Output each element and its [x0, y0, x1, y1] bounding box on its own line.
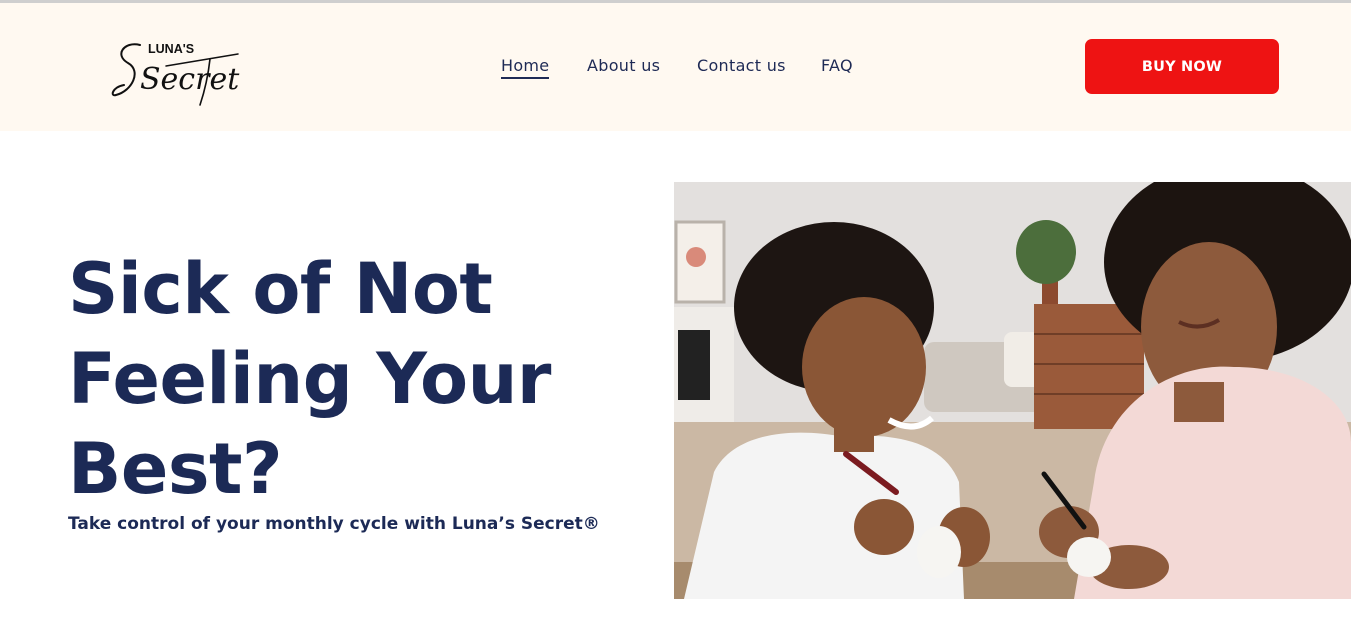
nav-contact-us[interactable]: Contact us	[697, 56, 786, 75]
logo-small-text: LUNA'S	[148, 42, 194, 56]
logo-script-text: Secret	[140, 62, 240, 97]
logo-mark: LUNA'S Secret	[111, 42, 240, 106]
nav-faq[interactable]: FAQ	[821, 56, 853, 75]
hero-headline: Sick of Not Feeling Your Best?	[68, 248, 551, 510]
hero-image	[674, 182, 1351, 599]
buy-now-button[interactable]: BUY NOW	[1085, 39, 1279, 94]
site-header: LUNA'S Secret Home About us Contact us F…	[0, 3, 1351, 131]
brand-logo[interactable]: LUNA'S Secret	[110, 33, 244, 109]
hero-subheadline: Take control of your monthly cycle with …	[68, 514, 600, 534]
nav-about-us[interactable]: About us	[587, 56, 660, 75]
hero-illustration	[674, 182, 1351, 599]
nav-home[interactable]: Home	[501, 56, 550, 79]
